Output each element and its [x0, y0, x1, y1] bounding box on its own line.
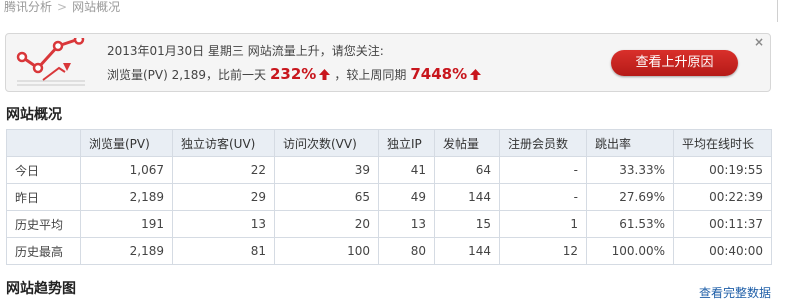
column-header: 跳出率 [586, 129, 674, 157]
column-header: 独立访客(UV) [172, 129, 275, 157]
table-row: 历史平均 191 13 20 13 15 1 61.53% 00:11:37 [6, 210, 772, 238]
trend-chart-icon [16, 38, 85, 86]
table-cell: 1 [499, 210, 587, 238]
breadcrumb-item-root[interactable]: 腾讯分析 [4, 0, 52, 15]
column-header: 发帖量 [434, 129, 500, 157]
section-title-overview: 网站概况 [6, 107, 62, 123]
day-change-value: 232% [269, 65, 317, 83]
row-label: 历史平均 [6, 210, 81, 238]
table-row: 今日 1,067 22 39 41 64 - 33.33% 00:19:55 [6, 156, 772, 184]
table-cell: - [499, 183, 587, 211]
table-row: 历史最高 2,189 81 100 80 144 12 100.00% 00:4… [6, 237, 772, 265]
table-cell: 144 [434, 183, 500, 211]
traffic-alert-banner: 2013年01月30日 星期三 网站流量上升，请您关注: 浏览量(PV) 2,1… [5, 33, 771, 92]
table-cell: 100 [274, 237, 379, 265]
table-cell: 41 [378, 156, 435, 184]
arrow-up-icon [319, 69, 331, 80]
table-cell: 100.00% [586, 237, 674, 265]
table-row: 昨日 2,189 29 65 49 144 - 27.69% 00:22:39 [6, 183, 772, 211]
section-title-trend: 网站趋势图 [6, 281, 76, 297]
table-cell: 20 [274, 210, 379, 238]
table-cell: 144 [434, 237, 500, 265]
divider [777, 0, 778, 22]
column-header [6, 129, 81, 157]
table-cell: 27.69% [586, 183, 674, 211]
table-cell: 49 [378, 183, 435, 211]
table-cell: 81 [172, 237, 275, 265]
view-full-data-link[interactable]: 查看完整数据 [699, 284, 771, 301]
breadcrumb: 腾讯分析 > 网站概况 [4, 0, 120, 14]
table-cell: 65 [274, 183, 379, 211]
table-cell: 00:22:39 [673, 183, 772, 211]
table-cell: 2,189 [80, 183, 173, 211]
table-cell: 1,067 [80, 156, 173, 184]
table-cell: 191 [80, 210, 173, 238]
table-cell: 15 [434, 210, 500, 238]
table-cell: 22 [172, 156, 275, 184]
breadcrumb-item-current: 网站概况 [72, 0, 121, 14]
table-cell: 29 [172, 183, 275, 211]
column-header: 独立IP [378, 129, 435, 157]
alert-week-text: ，较上周同期 [334, 68, 407, 82]
row-label: 今日 [6, 156, 81, 184]
row-label: 历史最高 [6, 237, 81, 265]
table-cell: 13 [378, 210, 435, 238]
alert-pv-text: 浏览量(PV) 2,189，比前一天 [107, 68, 266, 82]
view-rise-reason-button[interactable]: 查看上升原因 [611, 50, 738, 76]
arrow-up-icon [470, 69, 482, 80]
table-cell: 80 [378, 237, 435, 265]
table-cell: 39 [274, 156, 379, 184]
row-label: 昨日 [6, 183, 81, 211]
table-cell: 13 [172, 210, 275, 238]
column-header: 注册会员数 [499, 129, 587, 157]
alert-stats-text: 浏览量(PV) 2,189，比前一天 232% ，较上周同期 7448% [107, 65, 485, 83]
table-header-row: 浏览量(PV) 独立访客(UV) 访问次数(VV) 独立IP 发帖量 注册会员数… [6, 129, 772, 157]
table-cell: 00:19:55 [673, 156, 772, 184]
close-icon[interactable]: × [754, 35, 764, 49]
table-cell: 61.53% [586, 210, 674, 238]
column-header: 访问次数(VV) [274, 129, 379, 157]
table-cell: 12 [499, 237, 587, 265]
table-cell: 2,189 [80, 237, 173, 265]
alert-date-text: 2013年01月30日 星期三 网站流量上升，请您关注: [107, 44, 384, 58]
column-header: 平均在线时长 [673, 129, 772, 157]
table-cell: - [499, 156, 587, 184]
breadcrumb-separator: > [57, 0, 68, 14]
table-cell: 64 [434, 156, 500, 184]
table-cell: 00:11:37 [673, 210, 772, 238]
overview-table: 浏览量(PV) 独立访客(UV) 访问次数(VV) 独立IP 发帖量 注册会员数… [6, 129, 772, 265]
column-header: 浏览量(PV) [80, 129, 173, 157]
table-cell: 33.33% [586, 156, 674, 184]
week-change-value: 7448% [410, 65, 468, 83]
table-cell: 00:40:00 [673, 237, 772, 265]
